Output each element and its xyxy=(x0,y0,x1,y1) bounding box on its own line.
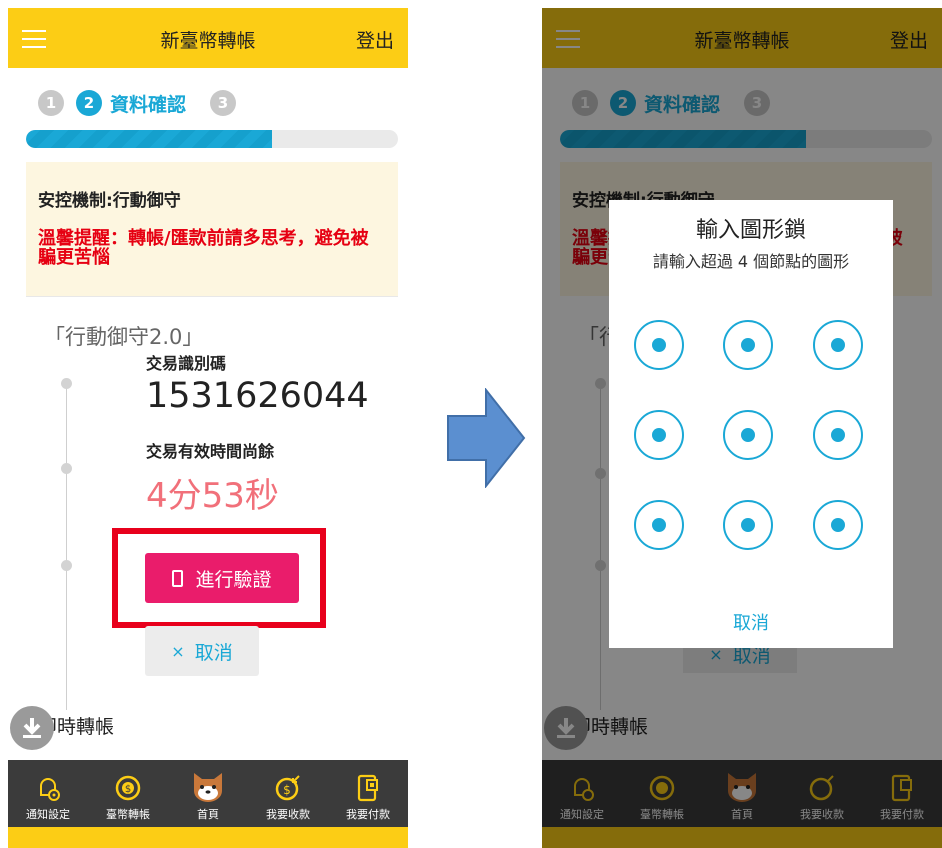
security-notice: 安控機制:行動御守 溫馨提醒：轉帳/匯款前請多思考，避免被騙更苦惱 xyxy=(26,162,398,296)
pay-qr-icon xyxy=(357,774,378,802)
nav-label: 我要收款 xyxy=(266,808,310,821)
pattern-node-3[interactable] xyxy=(813,320,863,370)
dialog-cancel-button[interactable]: 取消 xyxy=(609,609,893,635)
close-icon: × xyxy=(171,641,185,661)
dialog-subtitle: 請輸入超過 4 個節點的圖形 xyxy=(652,252,850,271)
step-2-label: 資料確認 xyxy=(110,93,187,116)
svg-text:$: $ xyxy=(125,784,131,795)
tutorial-stage: 新臺幣轉帳 登出 1 2 資料確認 3 安控機制:行動御守 溫馨提醒：轉帳/匯款… xyxy=(0,0,942,848)
pattern-node-8[interactable] xyxy=(723,500,773,550)
svg-text:$: $ xyxy=(283,783,291,797)
bottom-nav: 通知設定 $ 臺幣轉帳 首頁 $ 我要收款 我要付款 xyxy=(8,760,408,827)
step-indicator: 1 2 資料確認 3 xyxy=(38,88,237,118)
progress-fill xyxy=(26,130,272,148)
timeline-dot xyxy=(61,560,72,571)
pattern-node-1[interactable] xyxy=(634,320,684,370)
step-1-badge: 1 xyxy=(38,90,64,116)
cancel-button-label: 取消 xyxy=(194,641,233,664)
coin-transfer-icon: $ xyxy=(115,775,141,801)
nav-notify-settings[interactable]: 通知設定 xyxy=(8,760,88,827)
pattern-node-5[interactable] xyxy=(723,410,773,460)
progress-bar xyxy=(26,130,398,148)
transaction-id-value: 1531626044 xyxy=(146,376,369,416)
nav-label: 我要付款 xyxy=(346,808,390,821)
nav-label: 首頁 xyxy=(197,808,219,821)
nav-twd-transfer[interactable]: $ 臺幣轉帳 xyxy=(88,760,168,827)
step-3-badge: 3 xyxy=(210,90,237,116)
phone-screen-verification: 新臺幣轉帳 登出 1 2 資料確認 3 安控機制:行動御守 溫馨提醒：轉帳/匯款… xyxy=(8,8,408,848)
nav-label: 臺幣轉帳 xyxy=(106,808,150,821)
pattern-node-4[interactable] xyxy=(634,410,684,460)
nav-label: 通知設定 xyxy=(26,808,70,821)
next-step-arrow-icon xyxy=(447,388,526,488)
highlight-frame xyxy=(112,528,326,628)
pattern-lock-dialog: 輸入圖形鎖 請輸入超過 4 個節點的圖形 取消 xyxy=(609,200,893,648)
timeline-dot xyxy=(61,378,72,389)
nav-receive-money[interactable]: $ 我要收款 xyxy=(248,760,328,827)
top-bar: 新臺幣轉帳 登出 xyxy=(8,8,408,68)
security-mechanism-text: 安控機制:行動御守 xyxy=(38,191,181,211)
timeline-line xyxy=(66,380,67,710)
step-2-badge: 2 xyxy=(76,90,102,116)
nav-home[interactable]: 首頁 xyxy=(168,760,248,827)
app-brand-label: 「行動御守2.0」 xyxy=(44,325,204,349)
phone-screen-pattern-lock: 新臺幣轉帳 登出 1 2 資料確認 3 安控機制:行動御守 溫馨提醒：轉帳/匯款… xyxy=(542,8,942,848)
page-title: 新臺幣轉帳 xyxy=(160,30,256,52)
divider xyxy=(26,296,398,297)
pattern-node-9[interactable] xyxy=(813,500,863,550)
download-icon[interactable] xyxy=(10,706,54,750)
bottom-strip xyxy=(8,827,408,848)
dialog-title: 輸入圖形鎖 xyxy=(695,218,806,243)
transaction-id-label: 交易識別碼 xyxy=(146,354,227,373)
cancel-button[interactable]: × 取消 xyxy=(145,626,259,676)
fraud-warning-text: 溫馨提醒：轉帳/匯款前請多思考，避免被騙更苦惱 xyxy=(38,228,369,268)
nav-pay[interactable]: 我要付款 xyxy=(328,760,408,827)
time-remaining-label: 交易有效時間尚餘 xyxy=(146,442,275,461)
receive-money-icon: $ xyxy=(275,775,300,801)
logout-button[interactable]: 登出 xyxy=(356,26,394,53)
pattern-node-2[interactable] xyxy=(723,320,773,370)
timeline-dot xyxy=(61,463,72,474)
bell-gear-icon xyxy=(40,778,60,801)
time-remaining-value: 4分53秒 xyxy=(146,476,279,516)
pattern-node-7[interactable] xyxy=(634,500,684,550)
pattern-node-6[interactable] xyxy=(813,410,863,460)
shiba-home-icon xyxy=(194,773,222,802)
